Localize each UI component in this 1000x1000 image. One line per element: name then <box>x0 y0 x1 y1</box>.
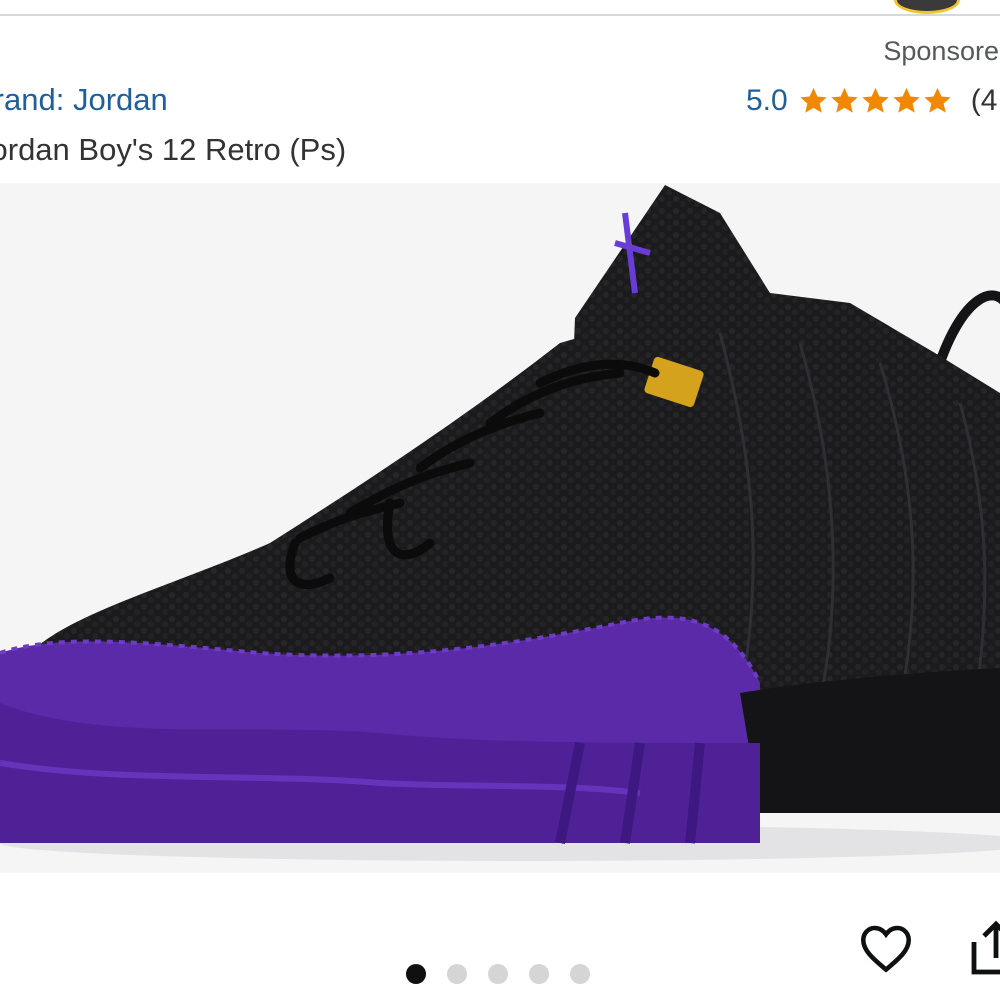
rating-value: 5.0 <box>746 84 788 117</box>
wishlist-button[interactable] <box>856 922 916 978</box>
top-divider <box>0 14 1000 16</box>
star-rating <box>798 86 953 116</box>
image-pagination[interactable] <box>406 964 611 984</box>
share-icon <box>966 920 1000 982</box>
pagination-dot[interactable] <box>447 964 467 984</box>
product-image[interactable] <box>0 183 1000 873</box>
brand-link[interactable]: Brand: Jordan <box>0 82 168 118</box>
star-icon <box>922 86 953 116</box>
share-button[interactable] <box>966 918 1000 978</box>
star-icon <box>798 86 829 116</box>
star-icon <box>860 86 891 116</box>
star-icon <box>829 86 860 116</box>
partial-product-thumbnail <box>894 0 960 14</box>
pagination-dot[interactable] <box>529 964 549 984</box>
star-icon <box>891 86 922 116</box>
product-title: Jordan Boy's 12 Retro (Ps) <box>0 132 347 167</box>
pagination-dot[interactable] <box>488 964 508 984</box>
sponsored-label: Sponsored <box>883 36 1000 66</box>
review-count: (4 <box>970 84 998 117</box>
pagination-dot-active[interactable] <box>406 964 426 984</box>
pagination-dot[interactable] <box>570 964 590 984</box>
sneaker-illustration <box>0 185 1000 861</box>
rating-summary[interactable]: 5.0 (4 <box>746 84 997 118</box>
heart-icon <box>858 923 914 978</box>
